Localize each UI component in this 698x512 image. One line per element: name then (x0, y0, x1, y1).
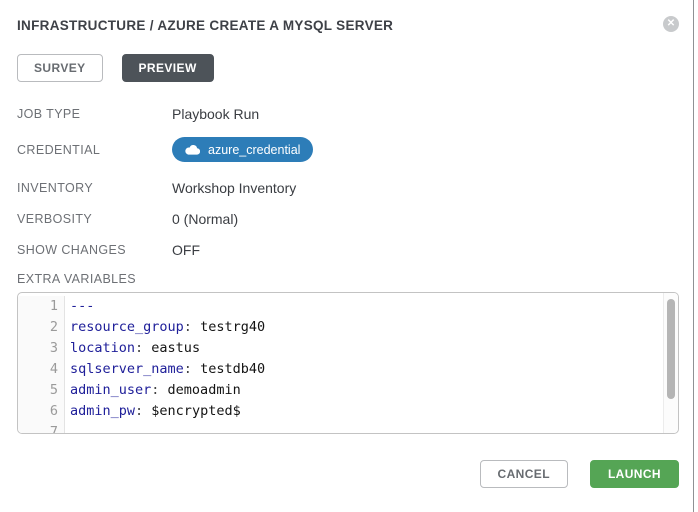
code-line: 7 (18, 422, 678, 434)
verbosity-label: VERBOSITY (17, 211, 172, 228)
row-job-type: JOB TYPE Playbook Run (17, 106, 679, 123)
editor-scrollbar-thumb[interactable] (667, 299, 675, 399)
dialog-footer: CANCEL LAUNCH (17, 460, 679, 488)
inventory-label: INVENTORY (17, 180, 172, 197)
tab-survey[interactable]: SURVEY (17, 54, 103, 82)
row-inventory: INVENTORY Workshop Inventory (17, 180, 679, 197)
yaml-value: testdb40 (192, 361, 265, 377)
tab-bar: SURVEY PREVIEW (17, 54, 679, 82)
verbosity-value: 0 (Normal) (172, 211, 238, 228)
yaml-key: --- (70, 298, 94, 314)
line-number: 2 (18, 317, 65, 338)
line-number: 4 (18, 359, 65, 380)
job-type-value: Playbook Run (172, 106, 259, 123)
editor-code-area: 1 --- 2 resource_group: testrg40 3 locat… (18, 293, 678, 434)
yaml-key: location (70, 340, 135, 356)
code-line: 2 resource_group: testrg40 (18, 317, 678, 338)
launch-preview-dialog: INFRASTRUCTURE / AZURE CREATE A MYSQL SE… (0, 0, 698, 512)
code-line: 3 location: eastus (18, 338, 678, 359)
credential-label: CREDENTIAL (17, 137, 172, 159)
job-type-label: JOB TYPE (17, 106, 172, 123)
yaml-value: testrg40 (192, 319, 265, 335)
yaml-value: demoadmin (159, 382, 240, 398)
yaml-key: sqlserver_name (70, 361, 184, 377)
code-line: 1 --- (18, 296, 678, 317)
code-line: 5 admin_user: demoadmin (18, 380, 678, 401)
extra-variables-label: EXTRA VARIABLES (17, 272, 679, 286)
credential-badge-label: azure_credential (208, 143, 300, 157)
job-details: JOB TYPE Playbook Run CREDENTIAL azure_c… (17, 106, 679, 259)
inventory-value: Workshop Inventory (172, 180, 296, 197)
extra-variables-editor[interactable]: 1 --- 2 resource_group: testrg40 3 locat… (17, 292, 679, 434)
show-changes-value: OFF (172, 242, 200, 259)
line-number: 3 (18, 338, 65, 359)
line-number: 1 (18, 296, 65, 317)
yaml-value: $encrypted$ (143, 403, 241, 419)
line-number: 7 (18, 422, 65, 434)
dialog-content: INFRASTRUCTURE / AZURE CREATE A MYSQL SE… (0, 0, 698, 488)
cloud-icon (185, 144, 200, 155)
yaml-key: admin_user (70, 382, 151, 398)
dialog-header: INFRASTRUCTURE / AZURE CREATE A MYSQL SE… (17, 16, 679, 33)
tab-preview[interactable]: PREVIEW (122, 54, 214, 82)
editor-scrollbar-track[interactable] (663, 293, 678, 433)
close-icon[interactable]: ✕ (663, 16, 679, 32)
row-verbosity: VERBOSITY 0 (Normal) (17, 211, 679, 228)
launch-button[interactable]: LAUNCH (590, 460, 679, 488)
dialog-title: INFRASTRUCTURE / AZURE CREATE A MYSQL SE… (17, 16, 393, 33)
line-number: 5 (18, 380, 65, 401)
row-credential: CREDENTIAL azure_credential (17, 137, 679, 162)
cancel-button[interactable]: CANCEL (480, 460, 568, 488)
yaml-key: admin_pw (70, 403, 135, 419)
code-line: 6 admin_pw: $encrypted$ (18, 401, 678, 422)
code-line: 4 sqlserver_name: testdb40 (18, 359, 678, 380)
yaml-key: resource_group (70, 319, 184, 335)
credential-badge[interactable]: azure_credential (172, 137, 313, 162)
yaml-value: eastus (143, 340, 200, 356)
row-show-changes: SHOW CHANGES OFF (17, 242, 679, 259)
line-number: 6 (18, 401, 65, 422)
show-changes-label: SHOW CHANGES (17, 242, 172, 259)
